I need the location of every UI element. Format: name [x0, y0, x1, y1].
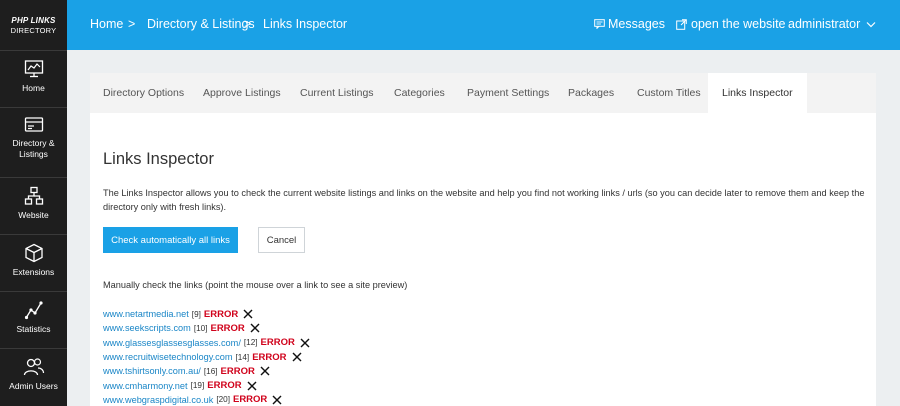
listing-id: [20] — [216, 395, 230, 405]
tab-packages[interactable]: Packages — [568, 73, 614, 113]
remove-icon[interactable] — [300, 338, 310, 348]
page-title: Links Inspector — [103, 150, 214, 168]
monitor-chart-icon — [24, 60, 43, 78]
open-website-link[interactable]: open the website — [676, 17, 786, 31]
breadcrumb-directory-listings[interactable]: Directory & Listings — [147, 17, 255, 31]
brand-logo[interactable]: PHP LINKS DIRECTORY — [0, 0, 67, 50]
sidebar-item-label: Website — [18, 210, 49, 220]
page-description: The Links Inspector allows you to check … — [103, 188, 865, 212]
remove-icon[interactable] — [272, 395, 282, 405]
remove-icon[interactable] — [250, 323, 260, 333]
sidebar-item-admin-users[interactable]: Admin Users — [0, 348, 67, 405]
links-list: www.netartmedia.net [9] ERROR www.seeksc… — [103, 307, 310, 406]
remove-icon[interactable] — [260, 366, 270, 376]
tab-approve-listings[interactable]: Approve Listings — [203, 73, 281, 113]
sidebar: PHP LINKS DIRECTORY Home Directory & Lis… — [0, 0, 67, 406]
message-icon — [594, 19, 605, 29]
cube-icon — [24, 243, 43, 263]
breadcrumb-current: Links Inspector — [263, 17, 348, 31]
listing-id: [14] — [235, 352, 250, 362]
open-website-label: open the website — [691, 17, 786, 31]
cancel-button[interactable]: Cancel — [258, 227, 305, 253]
messages-label: Messages — [608, 17, 665, 31]
brand-line1: PHP LINKS — [11, 15, 56, 25]
sidebar-item-website[interactable]: Website — [0, 177, 67, 234]
breadcrumb-separator: > — [244, 17, 252, 31]
tab-current-listings[interactable]: Current Listings — [300, 73, 374, 113]
listing-id: [9] — [191, 309, 201, 319]
tab-payment-settings[interactable]: Payment Settings — [467, 73, 549, 113]
list-item: www.recruitwisetechnology.com [14] ERROR — [103, 350, 310, 364]
breadcrumb-home[interactable]: Home — [90, 17, 123, 31]
list-item: www.seekscripts.com [10] ERROR — [103, 321, 310, 335]
listing-id: [12] — [243, 338, 258, 348]
remove-icon[interactable] — [292, 352, 302, 362]
sidebar-item-home[interactable]: Home — [0, 50, 67, 107]
sidebar-item-directory-listings[interactable]: Directory & Listings — [0, 107, 67, 164]
listing-link[interactable]: www.netartmedia.net — [103, 309, 189, 319]
list-item: www.cmharmony.net [19] ERROR — [103, 378, 310, 392]
content-panel: Directory Options Approve Listings Curre… — [90, 73, 876, 406]
tab-custom-titles[interactable]: Custom Titles — [637, 73, 701, 113]
listing-id: [19] — [190, 381, 205, 391]
remove-icon[interactable] — [247, 381, 257, 391]
user-name: administrator — [788, 17, 861, 31]
status-error: ERROR — [220, 365, 255, 377]
brand-line2: DIRECTORY — [10, 25, 57, 35]
status-error: ERROR — [210, 322, 245, 334]
card-icon — [24, 117, 43, 132]
listing-link[interactable]: www.glassesglassesglasses.com/ — [103, 338, 241, 348]
status-error: ERROR — [203, 308, 239, 320]
status-error: ERROR — [232, 394, 268, 406]
sidebar-item-statistics[interactable]: Statistics — [0, 291, 67, 348]
line-chart-icon — [24, 301, 43, 320]
list-item: www.netartmedia.net [9] ERROR — [103, 307, 310, 321]
status-error: ERROR — [252, 351, 287, 363]
list-item: www.tshirtsonly.com.au/ [16] ERROR — [103, 364, 310, 378]
listing-link[interactable]: www.webgraspdigital.co.uk — [103, 395, 213, 405]
list-item: www.glassesglassesglasses.com/ [12] ERRO… — [103, 336, 310, 350]
top-bar: Home > Directory & Listings > Links Insp… — [67, 0, 900, 50]
listing-id: [10] — [193, 323, 208, 333]
listing-link[interactable]: www.seekscripts.com — [103, 323, 191, 333]
list-item: www.webgraspdigital.co.uk [20] ERROR — [103, 393, 310, 406]
sidebar-item-label: Directory & Listings — [12, 138, 55, 159]
external-link-icon — [676, 18, 687, 30]
tab-directory-options[interactable]: Directory Options — [103, 73, 184, 113]
tab-links-inspector[interactable]: Links Inspector — [708, 73, 807, 113]
sitemap-icon — [24, 186, 43, 205]
user-menu[interactable]: administrator — [788, 17, 876, 31]
listing-link[interactable]: www.recruitwisetechnology.com — [103, 352, 233, 362]
sidebar-item-label: Home — [22, 83, 45, 93]
remove-icon[interactable] — [243, 309, 253, 319]
manual-check-instructions: Manually check the links (point the mous… — [103, 280, 408, 290]
messages-link[interactable]: Messages — [594, 17, 665, 31]
sidebar-item-extensions[interactable]: Extensions — [0, 234, 67, 291]
tab-categories[interactable]: Categories — [394, 73, 445, 113]
tab-bar: Directory Options Approve Listings Curre… — [90, 73, 876, 113]
check-all-links-button[interactable]: Check automatically all links — [103, 227, 238, 253]
users-icon — [23, 358, 44, 376]
sidebar-item-label: Statistics — [16, 324, 51, 334]
listing-link[interactable]: www.cmharmony.net — [103, 381, 188, 391]
listing-link[interactable]: www.tshirtsonly.com.au/ — [103, 366, 201, 376]
chevron-down-icon — [866, 21, 876, 27]
status-error: ERROR — [207, 380, 242, 392]
sidebar-item-label: Extensions — [12, 267, 55, 277]
status-error: ERROR — [260, 337, 295, 349]
listing-id: [16] — [203, 366, 218, 376]
sidebar-item-label: Admin Users — [9, 381, 58, 391]
breadcrumb-separator: > — [128, 17, 136, 31]
